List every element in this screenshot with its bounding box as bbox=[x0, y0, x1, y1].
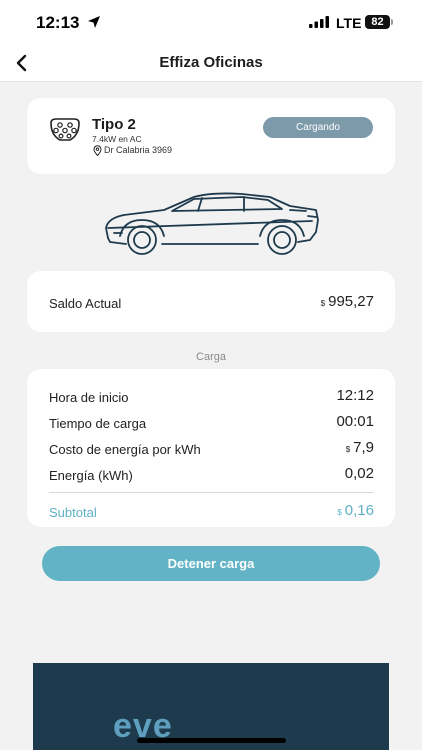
currency-symbol: $ bbox=[320, 299, 326, 308]
energy-label: Energía (kWh) bbox=[49, 468, 133, 483]
location-arrow-icon bbox=[88, 16, 100, 28]
charge-card: Hora de inicio 12:12 Tiempo de carga 00:… bbox=[27, 369, 395, 527]
start-time-value: 12:12 bbox=[333, 387, 374, 404]
balance-label: Saldo Actual bbox=[49, 296, 122, 311]
energy-value: 0,02 bbox=[342, 465, 374, 482]
signal-icon bbox=[309, 16, 329, 28]
battery-level: 82 bbox=[371, 16, 384, 28]
stop-charging-button[interactable]: Detener carga bbox=[42, 546, 380, 581]
status-bar: 12:13 LTE 82 bbox=[0, 0, 422, 46]
row-value-text: 7,9 bbox=[353, 439, 374, 456]
connector-power: 7.4kW en AC bbox=[92, 134, 142, 144]
balance-card: Saldo Actual $995,27 bbox=[27, 271, 395, 332]
row-value-text: 12:12 bbox=[336, 387, 374, 404]
status-time: 12:13 bbox=[36, 13, 80, 32]
energy-cost-label: Costo de energía por kWh bbox=[49, 442, 201, 457]
start-time-label: Hora de inicio bbox=[49, 390, 129, 405]
status-badge: Cargando bbox=[263, 117, 373, 138]
divider bbox=[49, 492, 374, 493]
subtotal-value-text: 0,16 bbox=[344, 502, 374, 519]
currency-symbol: $ bbox=[345, 445, 351, 454]
battery-icon: 82 bbox=[365, 15, 390, 29]
currency-symbol: $ bbox=[337, 508, 342, 517]
page-title: Effiza Oficinas bbox=[159, 54, 263, 71]
battery-tip bbox=[391, 19, 393, 25]
row-value-text: 00:01 bbox=[336, 413, 374, 430]
balance-value-group: $995,27 bbox=[321, 293, 374, 310]
type2-plug-icon bbox=[50, 118, 80, 141]
subtotal-label: Subtotal bbox=[49, 505, 97, 520]
charge-time-value: 00:01 bbox=[333, 413, 374, 430]
energy-cost-value: $7,9 bbox=[346, 439, 374, 456]
connector-type: Tipo 2 bbox=[92, 116, 136, 133]
balance-value: 995,27 bbox=[328, 293, 374, 310]
network-label: LTE bbox=[336, 15, 362, 31]
connector-card: Tipo 2 7.4kW en AC Dr Calabria 3969 Carg… bbox=[27, 98, 395, 174]
home-indicator[interactable] bbox=[137, 738, 286, 743]
car-illustration bbox=[105, 192, 319, 255]
connector-address: Dr Calabria 3969 bbox=[104, 145, 173, 155]
promo-banner[interactable]: eve bbox=[33, 663, 389, 750]
row-value-text: 0,02 bbox=[344, 465, 374, 482]
subtotal-value: $0,16 bbox=[337, 502, 374, 519]
nav-bar: Effiza Oficinas bbox=[0, 46, 422, 82]
charge-time-label: Tiempo de carga bbox=[49, 416, 147, 431]
map-pin-icon bbox=[93, 145, 102, 156]
section-title-charge: Carga bbox=[196, 351, 226, 363]
